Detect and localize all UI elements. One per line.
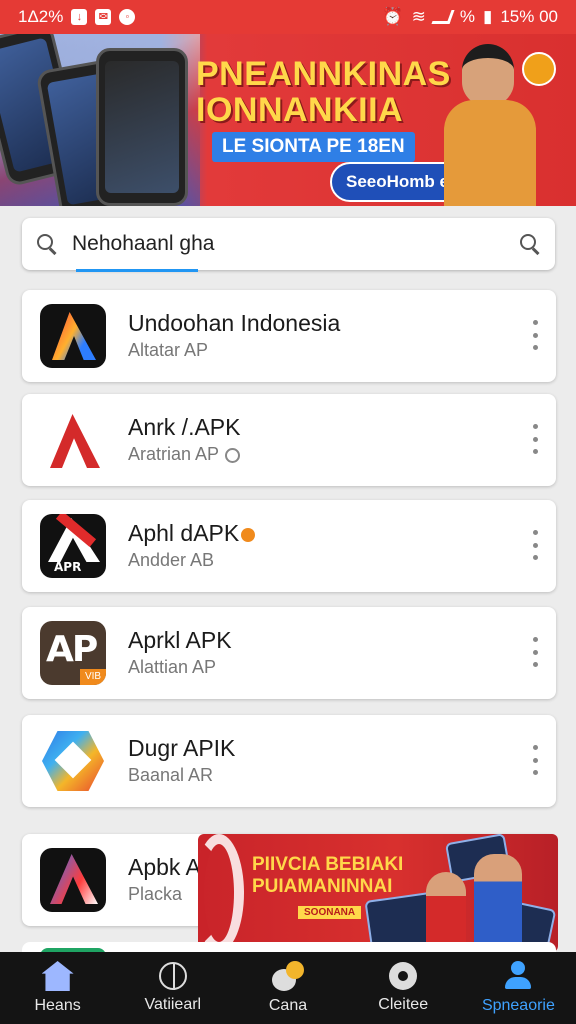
app-logo-hex-icon [40,729,106,793]
app-subtitle-row: Aratrian AP [128,444,241,465]
app-title: Aphl dAPK [128,520,240,546]
more-options-icon[interactable] [530,637,540,667]
status-left: 1Δ2% ↓ ✉ ◦ [18,7,136,27]
app-list-item[interactable]: APR Aphl dAPK Andder AB [22,500,556,592]
search-icon[interactable] [519,233,541,255]
search-input[interactable]: Nehohaanl gha [72,232,519,256]
signal-icon [431,10,455,24]
ad-line3: SOONANA [298,906,362,919]
globe-icon [158,962,187,990]
more-options-icon[interactable] [530,530,540,560]
nav-location[interactable]: Cleitee [346,952,461,1024]
app-subtitle: Altatar AP [128,340,209,360]
child-image [426,872,466,952]
status-time: 1Δ2% [18,7,64,26]
status-battery: 15% 00 [500,7,558,26]
app-logo-ap-icon: AP VIB [40,621,106,685]
profile-icon [502,961,534,991]
alarm-icon: ⏰ [382,7,404,26]
nav-label: Cleitee [378,996,429,1013]
app-subtitle: Placka [128,884,183,904]
app-logo-red-a-icon [40,408,106,472]
app-title: Aprkl APK [128,627,232,653]
app-logo-apr-icon: APR [40,514,106,578]
app-subtitle: Alattian AP [128,657,217,677]
battery-icon: ▮ [482,7,493,26]
location-icon [389,962,418,990]
phone-image [96,48,188,206]
app-list-item[interactable]: Dugr APIK Baanal AR [22,715,556,807]
verified-icon [225,447,241,463]
search-underline [76,269,198,272]
search-icon [36,233,58,255]
mail-icon: ✉ [95,9,112,25]
brand-logo-icon [522,52,556,86]
nav-label: Vatiiearl [144,996,202,1013]
banner-subtitle: LE SIONTA PE 18EN [212,132,415,162]
game-icon [272,961,304,991]
child-image [474,854,522,952]
app-subtitle: Aratrian AP [128,444,220,464]
banner-title-line2: IONNANKIIA [196,91,404,129]
nav-games[interactable]: Cana [230,952,345,1024]
banner-title-line1: PNEANNKINAS [196,55,451,93]
badge-icon [241,527,256,542]
app-title-row: Aphl dAPK [128,520,256,547]
search-bar[interactable]: Nehohaanl gha [22,218,555,272]
status-right: ⏰ ≋ % ▮ 15% 00 [382,7,558,27]
app-title: Apbk A [128,854,201,880]
bottom-navigation: Heans Vatiiearl Cana Cleitee Spneaorie [0,952,576,1024]
app-title: Undoohan Indonesia [128,310,341,336]
ad-line1: PIIVCIA BEBIAKI [252,854,404,875]
nav-profile[interactable]: Spneaorie [461,952,576,1024]
ad-swirl [198,834,244,952]
status-percent: % [459,7,475,26]
app-title: Dugr APIK [128,735,236,761]
nav-explore[interactable]: Vatiiearl [115,952,230,1024]
app-list-item[interactable]: AP VIB Aprkl APK Alattian AP [22,607,556,699]
app-list-item[interactable]: Anrk /.APK Aratrian AP [22,394,556,486]
home-icon [41,961,74,991]
chat-icon: ◦ [119,9,136,25]
more-options-icon[interactable] [530,320,540,350]
ad-banner[interactable]: PIIVCIA BEBIAKI PUIAMANINNAI SOONANA [198,834,558,952]
app-subtitle: Baanal AR [128,765,214,785]
app-logo-gradient-a-icon [40,848,106,912]
status-bar: 1Δ2% ↓ ✉ ◦ ⏰ ≋ % ▮ 15% 00 [0,0,576,34]
app-title: Anrk /.APK [128,414,241,440]
download-icon: ↓ [71,9,88,25]
nav-label: Heans [34,997,81,1014]
nav-label: Cana [268,997,308,1014]
app-subtitle: Andder AB [128,550,215,570]
app-logo-a-icon [40,304,106,368]
more-options-icon[interactable] [530,424,540,454]
nav-home[interactable]: Heans [0,952,115,1024]
more-options-icon[interactable] [530,745,540,775]
banner-title: PNEANNKINAS IONNANKIIA [196,56,451,128]
ad-line2: PUIAMANINNAI [252,876,393,897]
app-list-item[interactable]: Undoohan Indonesia Altatar AP [22,290,556,382]
nav-label: Spneaorie [481,997,555,1014]
wifi-icon: ≋ [411,7,426,26]
promo-banner[interactable]: PNEANNKINAS IONNANKIIA LE SIONTA PE 18EN… [0,34,576,206]
